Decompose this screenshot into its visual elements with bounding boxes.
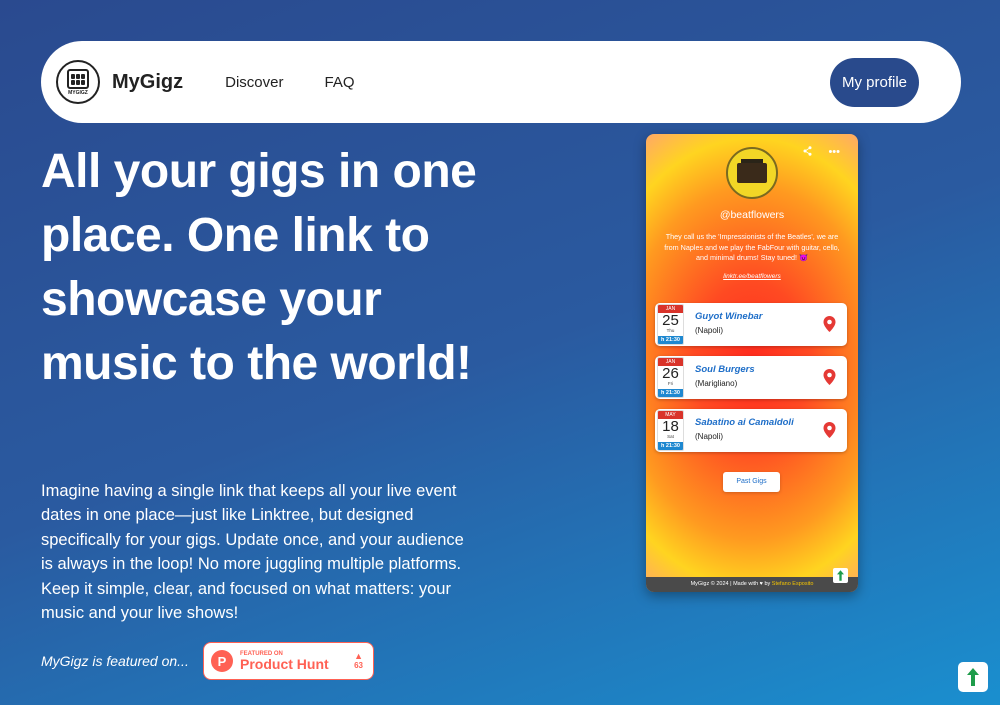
gig-venue[interactable]: Soul Burgers bbox=[695, 364, 755, 375]
gig-time: h 21:30 bbox=[658, 442, 683, 450]
more-icon[interactable]: ••• bbox=[828, 146, 840, 159]
artist-handle: @beatflowers bbox=[719, 209, 785, 221]
artist-bio: They call us the 'Impressionists of the … bbox=[664, 232, 840, 262]
date-badge: JAN 25 Thu h 21:30 bbox=[657, 304, 684, 345]
my-profile-button[interactable]: My profile bbox=[830, 57, 919, 107]
featured-text: MyGigz is featured on... bbox=[41, 653, 189, 669]
brand-name[interactable]: MyGigz bbox=[112, 71, 183, 94]
upvote-icon: ▲ bbox=[354, 651, 363, 661]
share-icon[interactable] bbox=[803, 146, 812, 159]
gig-card[interactable]: JAN 25 Thu h 21:30 Guyot Winebar (Napoli… bbox=[655, 303, 847, 346]
nav-link-discover[interactable]: Discover bbox=[225, 74, 283, 91]
footer-text: MyGigz © 2024 | Made with ♥ by bbox=[690, 581, 772, 587]
gig-city: (Napoli) bbox=[695, 432, 724, 441]
product-hunt-badge[interactable]: P FEATURED ON Product Hunt ▲ 63 bbox=[203, 642, 374, 680]
artist-avatar bbox=[726, 147, 778, 199]
gig-card[interactable]: MAY 18 Sat h 21:30 Sabatino ai Camaldoli… bbox=[655, 409, 847, 452]
map-pin-icon[interactable] bbox=[823, 369, 836, 385]
arrow-up-icon bbox=[967, 668, 979, 686]
logo-icon[interactable]: MYGIGZ bbox=[56, 60, 100, 104]
ph-votes: ▲ 63 bbox=[354, 651, 363, 671]
product-hunt-logo-icon: P bbox=[211, 650, 233, 672]
phone-scroll-top-button[interactable] bbox=[833, 568, 848, 583]
gig-city: (Marigliano) bbox=[695, 379, 738, 388]
map-pin-icon[interactable] bbox=[823, 316, 836, 332]
hero-description: Imagine having a single link that keeps … bbox=[41, 482, 464, 623]
hero-title: All your gigs in one place. One link to … bbox=[41, 145, 477, 390]
date-badge: JAN 26 Fri h 21:30 bbox=[657, 357, 684, 398]
footer-author-link[interactable]: Stefano Esposito bbox=[772, 581, 814, 587]
map-pin-icon[interactable] bbox=[823, 422, 836, 438]
gig-time: h 21:30 bbox=[658, 336, 683, 344]
gig-city: (Napoli) bbox=[695, 326, 724, 335]
phone-footer: MyGigz © 2024 | Made with ♥ by Stefano E… bbox=[646, 577, 858, 592]
arrow-up-icon bbox=[837, 570, 844, 581]
ph-name: Product Hunt bbox=[240, 655, 329, 672]
navbar: MYGIGZ MyGigz Discover FAQ My profile bbox=[41, 41, 961, 123]
gig-day: 26 bbox=[662, 365, 679, 382]
scroll-top-button[interactable] bbox=[958, 662, 988, 692]
gig-venue[interactable]: Guyot Winebar bbox=[695, 311, 762, 322]
gig-venue[interactable]: Sabatino ai Camaldoli bbox=[695, 417, 794, 428]
gig-day: 18 bbox=[662, 418, 679, 435]
gig-card[interactable]: JAN 26 Fri h 21:30 Soul Burgers (Marigli… bbox=[655, 356, 847, 399]
past-gigs-button[interactable]: Past Gigs bbox=[723, 472, 780, 492]
ph-vote-count: 63 bbox=[354, 661, 363, 670]
logo-small-text: MYGIGZ bbox=[68, 89, 88, 96]
phone-preview: ••• @beatflowers They call us the 'Impre… bbox=[646, 134, 858, 592]
date-badge: MAY 18 Sat h 21:30 bbox=[657, 410, 684, 451]
artist-link[interactable]: linktr.ee/beatflowers bbox=[646, 273, 858, 280]
gig-day: 25 bbox=[662, 312, 679, 329]
nav-link-faq[interactable]: FAQ bbox=[324, 74, 354, 91]
gig-time: h 21:30 bbox=[658, 389, 683, 397]
